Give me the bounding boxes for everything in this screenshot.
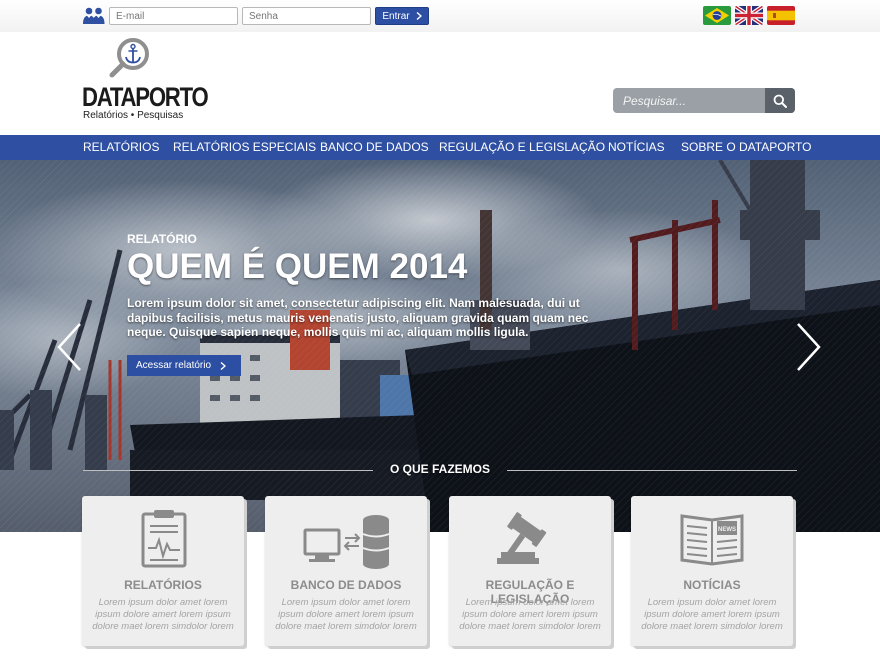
users-icon <box>83 7 105 24</box>
database-icon <box>303 515 390 569</box>
uk-flag-icon[interactable] <box>735 6 763 25</box>
spain-flag-icon[interactable] <box>767 6 795 25</box>
nav-item-banco-de-dados[interactable]: BANCO DE DADOS <box>320 135 429 160</box>
section-divider-right <box>507 470 797 471</box>
card-description: Lorem ipsum dolor amet lorem ipsum dolor… <box>92 597 234 632</box>
card-title: BANCO DE DADOS <box>290 578 402 592</box>
card-description: Lorem ipsum dolor amet lorem ipsum dolor… <box>275 597 417 632</box>
hero-port-image <box>0 160 880 532</box>
svg-text:NEWS: NEWS <box>718 527 736 533</box>
enter-button-label: Entrar <box>382 10 410 22</box>
chevron-right-icon <box>416 12 422 20</box>
carousel-next-arrow[interactable] <box>793 322 823 372</box>
hero-title: QUEM É QUEM 2014 <box>127 247 468 286</box>
brazil-flag-icon[interactable] <box>703 6 731 25</box>
section-divider-left <box>83 470 373 471</box>
logo-wordmark: DATAPORTO <box>82 82 209 112</box>
nav-item-relatorios-especiais[interactable]: RELATÓRIOS ESPECIAIS <box>173 135 316 160</box>
search-button[interactable] <box>765 88 795 113</box>
access-report-label: Acessar relatório <box>136 360 212 371</box>
chevron-right-icon <box>220 361 227 370</box>
hero-kicker: RELATÓRIO <box>127 232 197 246</box>
top-bar: Entrar <box>0 0 880 32</box>
section-title: O QUE FAZEMOS <box>389 462 490 476</box>
logo-tagline: Relatórios • Pesquisas <box>83 110 184 121</box>
nav-item-sobre[interactable]: SOBRE O DATAPORTO <box>681 135 811 160</box>
card-banco-de-dados[interactable]: BANCO DE DADOS Lorem ipsum dolor amet lo… <box>265 496 427 646</box>
access-report-button[interactable]: Acessar relatório <box>127 355 241 376</box>
card-description: Lorem ipsum dolor amet lorem ipsum dolor… <box>641 597 783 632</box>
nav-item-relatorios[interactable]: RELATÓRIOS <box>83 135 159 160</box>
report-icon <box>141 510 187 568</box>
enter-button[interactable]: Entrar <box>375 7 429 25</box>
search-input[interactable] <box>613 88 765 113</box>
card-title: RELATÓRIOS <box>124 578 202 592</box>
nav-item-noticias[interactable]: NOTÍCIAS <box>608 135 665 160</box>
password-field[interactable] <box>242 7 371 25</box>
card-title: NOTÍCIAS <box>683 578 741 592</box>
card-relatorios[interactable]: RELATÓRIOS Lorem ipsum dolor amet lorem … <box>82 496 244 646</box>
carousel-prev-arrow[interactable] <box>55 322 85 372</box>
card-noticias[interactable]: NEWS NOTÍCIAS Lorem ipsum dolor amet lor… <box>631 496 793 646</box>
hero-description: Lorem ipsum dolor sit amet, consectetur … <box>127 296 589 339</box>
newspaper-icon: NEWS <box>680 514 744 566</box>
email-field[interactable] <box>109 7 238 25</box>
hero-banner <box>0 160 880 532</box>
search-box <box>613 88 795 113</box>
nav-item-regulacao-legislacao[interactable]: REGULAÇÃO E LEGISLAÇÃO <box>439 135 605 160</box>
dataporto-logo[interactable]: DATAPORTO Relatórios • Pesquisas <box>82 38 209 122</box>
card-description: Lorem ipsum dolor amet lorem ipsum dolor… <box>459 597 601 632</box>
card-regulacao-legislacao[interactable]: REGULAÇÃO E LEGISLAÇÃO Lorem ipsum dolor… <box>449 496 611 646</box>
main-nav: RELATÓRIOS RELATÓRIOS ESPECIAIS BANCO DE… <box>0 135 880 160</box>
search-icon <box>773 94 787 108</box>
gavel-icon <box>497 512 547 564</box>
magnifier-anchor-icon <box>109 38 149 78</box>
